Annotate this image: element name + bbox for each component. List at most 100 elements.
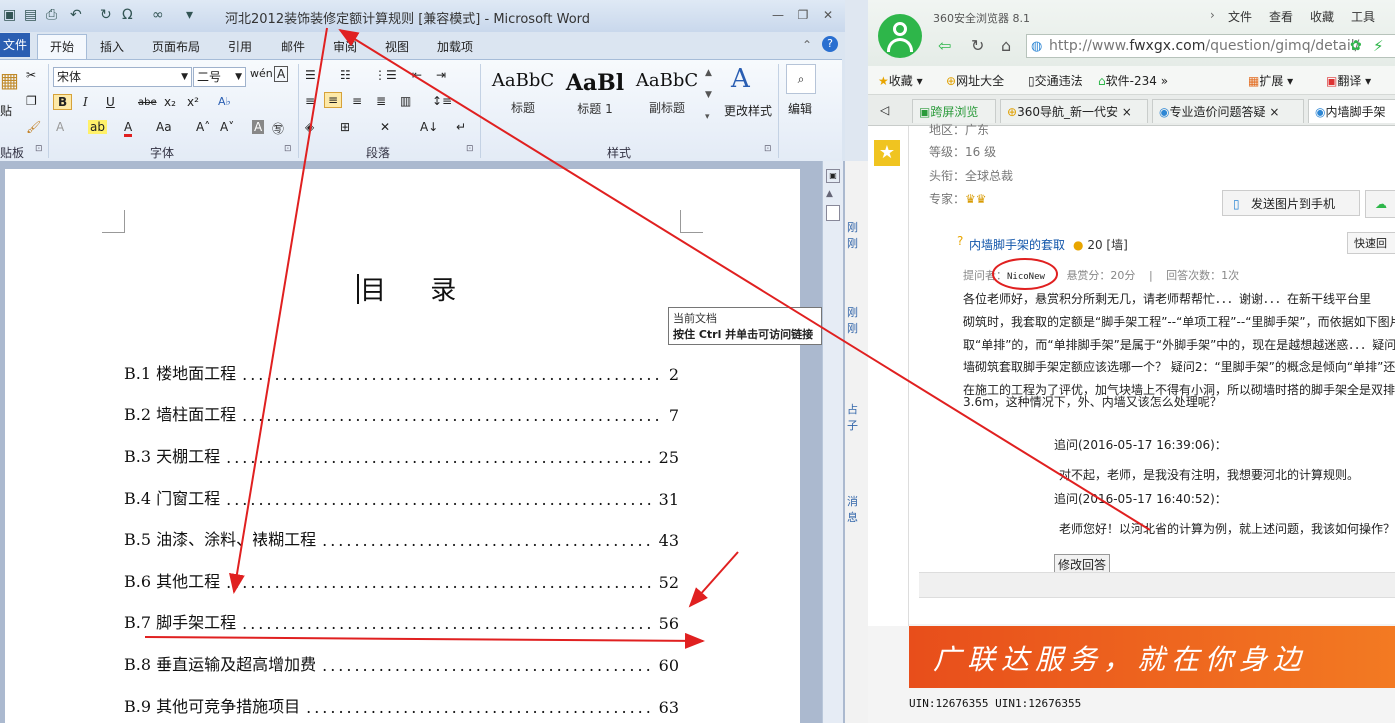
toc-entry[interactable]: B.9 其他可竞争措施项目...........................… [124,693,679,717]
decrease-indent-icon[interactable]: ⇤ [412,68,422,82]
favorite-star-icon[interactable]: ★ [874,140,900,166]
style-subtitle[interactable]: AaBbC 副标题 [632,70,702,128]
char-shading-icon[interactable]: A [252,120,265,134]
menu-file[interactable]: 文件 [1228,8,1252,25]
favorites-item[interactable]: ▦扩展 ▾ [1248,72,1293,89]
close-tab-icon[interactable]: × [1122,105,1132,119]
shrink-font-icon[interactable]: A˅ [220,120,234,134]
copy-icon[interactable]: ❐ [26,94,37,108]
tab-mailings[interactable]: 邮件 [281,38,305,55]
tab-references[interactable]: 引用 [228,38,252,55]
toc-entry[interactable]: B.7 脚手架工程...............................… [124,609,679,633]
customize-icon[interactable]: ▾ [186,7,193,23]
clipboard-launcher-icon[interactable]: ⊡ [35,144,43,154]
phonetic-icon[interactable]: wén [250,67,273,80]
menu-view[interactable]: 查看 [1269,8,1293,25]
tab-scaffold[interactable]: ◉内墙脚手架 [1308,99,1395,123]
subscript-button[interactable]: x₂ [164,95,176,109]
tab-view[interactable]: 视图 [385,38,409,55]
omega-icon[interactable]: Ω [122,7,133,23]
back-icon[interactable]: ⇦ [938,36,951,55]
align-center-icon[interactable]: ≡ [324,92,343,108]
numbering-icon[interactable]: ☷ [340,68,351,82]
multilevel-list-icon[interactable]: ⋮☰ [374,68,397,82]
collapse-ribbon-icon[interactable]: ⌃ [802,38,812,52]
favorites-item[interactable]: ⊕网址大全 [946,72,1004,89]
style-heading-1[interactable]: AaBl 标题 1 [560,70,630,128]
tab-file[interactable]: 文件 [0,33,30,57]
char-border-icon[interactable]: A [274,66,289,82]
print-icon[interactable]: ⎙ [46,7,57,23]
cut-icon[interactable]: ✂ [26,68,36,82]
font-launcher-icon[interactable]: ⊡ [284,144,292,154]
home-icon[interactable]: ⌂ [1001,36,1011,55]
user-avatar-icon[interactable] [878,14,922,58]
shading-icon[interactable]: ◈ [305,120,314,134]
paste-button[interactable]: 贴 [0,102,12,119]
minimize-icon[interactable]: — [771,8,785,22]
restore-icon[interactable]: ❐ [796,8,810,22]
favorites-item[interactable]: ▯交通违法 [1028,72,1083,89]
asker-name[interactable]: NicoNew [1007,272,1045,282]
font-name-box[interactable]: 宋体 ▼ [53,67,192,87]
send-to-phone-button[interactable]: ▯ 发送图片到手机 [1222,190,1360,216]
ruler-toggle-icon[interactable]: ▣ [826,169,840,183]
superscript-button[interactable]: x² [187,95,199,109]
address-url[interactable]: http://www.fwxgx.com/question/gimq/detai… [1049,38,1359,54]
line-spacing-icon[interactable]: ↕≡ [432,94,452,108]
tabs-left-icon[interactable]: ◁ [880,103,889,117]
toc-entry[interactable]: B.6 其他工程................................… [124,568,679,592]
enclose-char-icon[interactable]: ㊢ [272,120,284,137]
tab-home[interactable]: 开始 [37,34,87,60]
distributed-icon[interactable]: ▥ [400,94,411,108]
grow-font-icon[interactable]: A˄ [196,120,210,134]
highlight-icon[interactable]: ab [88,120,107,134]
strikethrough-button[interactable]: abe [138,97,157,108]
menu-tools[interactable]: 工具 [1351,8,1375,25]
link-icon[interactable]: ∞ [152,7,164,23]
change-styles-icon[interactable]: A [731,64,750,94]
styles-launcher-icon[interactable]: ⊡ [764,144,772,154]
question-title[interactable]: 内墙脚手架的套取 [969,236,1065,253]
vertical-scrollbar[interactable]: ▣ ▲ [822,161,843,723]
scroll-up-icon[interactable]: ▲ [826,189,833,199]
find-icon[interactable]: ⌕ [786,64,816,94]
tab-layout[interactable]: 页面布局 [152,38,200,55]
paste-icon[interactable]: ▦ [0,68,19,92]
editing-button[interactable]: 编辑 [788,100,812,117]
lightning-icon[interactable]: ⚡ [1373,37,1384,55]
tab-cross-screen[interactable]: ▣跨屏浏览 [912,99,996,123]
scroll-thumb[interactable] [826,205,840,221]
save-icon[interactable]: ▣ [3,7,16,23]
show-marks-icon[interactable]: ↵ [456,120,466,134]
text-effects-icon[interactable]: A [56,120,64,134]
chinese-layout-icon[interactable]: ✕ [380,120,390,134]
style-title[interactable]: AaBbC 标题 [488,70,558,128]
paragraph-launcher-icon[interactable]: ⊡ [466,144,474,154]
favorites-item[interactable]: ★收藏 ▾ [878,72,923,89]
font-color-icon[interactable]: A [124,120,133,137]
tab-cost-qa[interactable]: ◉专业造价问题答疑 × [1152,99,1304,123]
sort-icon[interactable]: A↓ [420,120,438,134]
tab-360-nav[interactable]: ⊕360导航_新一代安 × [1000,99,1148,123]
favorites-item[interactable]: ▣翻译 ▾ [1326,72,1371,89]
font-size-box[interactable]: 二号 ▼ [193,67,246,87]
styles-scroll-down-icon[interactable]: ▼ [705,90,712,100]
borders-icon[interactable]: ⊞ [340,120,350,134]
favorites-item[interactable]: ⌂软件-234 » [1098,72,1168,89]
toc-entry[interactable]: B.4 门窗工程................................… [124,485,679,509]
ad-banner[interactable]: 广联达服务，就在你身边 [909,626,1395,688]
help-icon[interactable]: ? [822,36,838,52]
close-tab-icon[interactable]: × [1269,105,1279,119]
quick-reply-button[interactable]: 快速回 [1347,232,1395,254]
toc-entry[interactable]: B.3 天棚工程................................… [124,443,679,467]
toc-entry[interactable]: B.2 墙柱面工程...............................… [124,401,679,425]
align-right-icon[interactable]: ≡ [352,94,362,108]
tab-addins[interactable]: 加载项 [437,38,473,55]
refresh-icon[interactable]: ↻ [971,36,984,55]
change-case-icon[interactable]: Aa [156,120,172,134]
align-left-icon[interactable]: ≡ [305,94,315,108]
toc-entry[interactable]: B.8 垂直运输及超高增加费..........................… [124,651,679,675]
italic-button[interactable]: I [83,95,88,109]
underline-button[interactable]: U [106,95,115,109]
